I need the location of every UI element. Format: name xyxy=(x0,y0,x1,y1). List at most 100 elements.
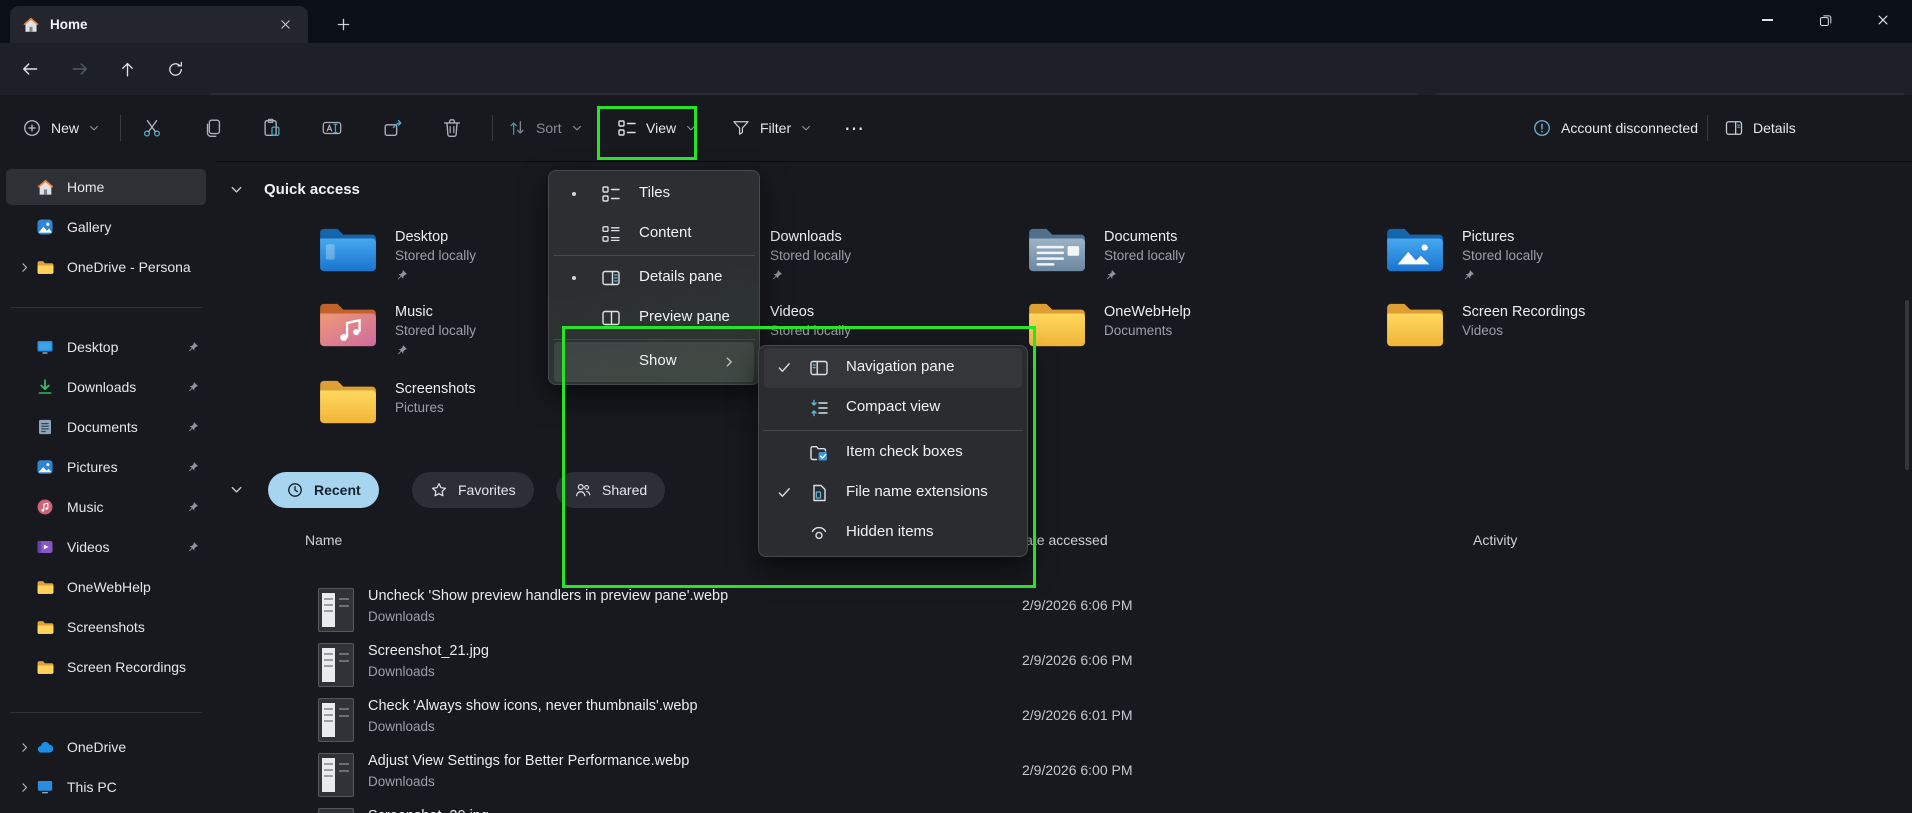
file-thumbnail xyxy=(318,588,354,632)
documents-folder-icon xyxy=(1027,225,1089,275)
recent-section-header[interactable] xyxy=(229,482,244,497)
checkmark-icon xyxy=(777,485,792,500)
tab-shared[interactable]: Shared xyxy=(556,472,666,508)
chevron-right-icon[interactable] xyxy=(12,781,36,794)
menu-item-preview-pane[interactable]: Preview pane xyxy=(554,298,754,338)
pictures-icon xyxy=(36,458,56,476)
submenu-item-hidden-items[interactable]: Hidden items xyxy=(764,513,1022,553)
column-header-name[interactable]: Name xyxy=(305,532,342,548)
minimize-icon xyxy=(1761,19,1773,21)
view-button[interactable]: View xyxy=(613,95,701,161)
file-thumbnail xyxy=(318,753,354,797)
new-button[interactable]: New xyxy=(18,95,104,161)
sidebar-item-onedrive[interactable]: OneDrive xyxy=(6,729,206,765)
tab-recent[interactable]: Recent xyxy=(268,472,379,508)
submenu-item-item-check-boxes[interactable]: Item check boxes xyxy=(764,433,1022,473)
item-check-boxes-icon xyxy=(809,443,829,463)
share-button[interactable] xyxy=(382,95,404,161)
home-icon xyxy=(36,178,56,197)
music-icon xyxy=(36,498,56,516)
music-folder-icon xyxy=(318,300,380,350)
menu-item-details-pane[interactable]: Details pane xyxy=(554,258,754,298)
tile-pictures[interactable]: Pictures Stored locally xyxy=(1385,225,1715,282)
sidebar-item-desktop[interactable]: Desktop xyxy=(6,329,206,365)
copy-button[interactable] xyxy=(202,95,224,161)
cut-button[interactable] xyxy=(141,95,163,161)
column-header-activity[interactable]: Activity xyxy=(1473,532,1517,548)
pin-icon xyxy=(395,343,409,357)
sidebar-item-home[interactable]: Home xyxy=(6,169,206,205)
tab-favorites[interactable]: Favorites xyxy=(412,472,534,508)
plus-circle-icon xyxy=(22,118,42,138)
see-more-button[interactable]: ⋯ xyxy=(840,95,869,161)
sidebar-item-this-pc[interactable]: This PC xyxy=(6,769,206,805)
file-row[interactable]: Adjust View Settings for Better Performa… xyxy=(305,751,1885,803)
navigation-bar: Home Search Home xyxy=(0,43,1912,131)
file-thumbnail xyxy=(318,643,354,687)
tab-close-icon[interactable] xyxy=(274,14,296,36)
rename-button[interactable] xyxy=(321,95,343,161)
star-icon xyxy=(430,481,448,499)
pin-icon xyxy=(186,500,204,514)
sidebar-item-pictures[interactable]: Pictures xyxy=(6,449,206,485)
view-dropdown-menu: Tiles Content Details pane Preview pane … xyxy=(548,170,760,385)
back-button[interactable] xyxy=(14,53,46,85)
tile-documents[interactable]: Documents Stored locally xyxy=(1027,225,1357,282)
sidebar-item-documents[interactable]: Documents xyxy=(6,409,206,445)
chevron-down-icon[interactable] xyxy=(229,482,244,497)
submenu-item-file-name-extensions[interactable]: File name extensions xyxy=(764,473,1022,513)
chevron-right-icon[interactable] xyxy=(12,261,36,274)
new-label: New xyxy=(51,120,80,136)
tile-screen-recordings[interactable]: Screen Recordings Videos xyxy=(1385,300,1715,350)
file-row[interactable]: Screenshot_20.jpg Downloads xyxy=(305,806,1885,813)
sidebar-item-downloads[interactable]: Downloads xyxy=(6,369,206,405)
new-tab-button[interactable] xyxy=(330,11,356,37)
menu-item-content[interactable]: Content xyxy=(554,214,754,254)
tile-onewebhelp[interactable]: OneWebHelp Documents xyxy=(1027,300,1357,350)
column-header-date-accessed[interactable]: Date accessed xyxy=(1015,532,1108,548)
sort-button[interactable]: Sort xyxy=(503,95,587,161)
scrollbar[interactable] xyxy=(1905,300,1909,470)
documents-icon xyxy=(36,418,56,436)
sidebar-item-onedrive-personal[interactable]: OneDrive - Persona xyxy=(6,249,206,285)
delete-button[interactable] xyxy=(441,95,463,161)
forward-button[interactable] xyxy=(64,53,96,85)
minimize-button[interactable] xyxy=(1738,0,1796,40)
sidebar-item-music[interactable]: Music xyxy=(6,489,206,525)
file-thumbnail xyxy=(318,808,354,813)
sidebar-item-screen-recordings[interactable]: Screen Recordings xyxy=(6,649,206,685)
quick-access-header[interactable]: Quick access xyxy=(229,181,360,198)
arrow-right-icon xyxy=(70,59,90,79)
account-status[interactable]: Account disconnected xyxy=(1528,95,1702,161)
close-button[interactable] xyxy=(1854,0,1912,40)
restore-button[interactable] xyxy=(1796,0,1854,40)
sidebar-item-videos[interactable]: Videos xyxy=(6,529,206,565)
sidebar-item-screenshots[interactable]: Screenshots xyxy=(6,609,206,645)
sidebar-item-gallery[interactable]: Gallery xyxy=(6,209,206,245)
info-icon xyxy=(1532,118,1552,138)
file-row[interactable]: Check 'Always show icons, never thumbnai… xyxy=(305,696,1885,748)
home-icon xyxy=(22,16,40,34)
menu-item-show[interactable]: Show xyxy=(554,342,754,382)
submenu-item-compact-view[interactable]: Compact view xyxy=(764,388,1022,428)
file-row[interactable]: Screenshot_21.jpg Downloads 2/9/2026 6:0… xyxy=(305,641,1885,693)
details-button[interactable]: Details xyxy=(1720,95,1800,161)
filter-button[interactable]: Filter xyxy=(727,95,816,161)
submenu-item-navigation-pane[interactable]: Navigation pane xyxy=(764,348,1022,388)
refresh-button[interactable] xyxy=(159,53,191,85)
pin-icon xyxy=(186,380,204,394)
up-button[interactable] xyxy=(111,53,143,85)
paste-button[interactable] xyxy=(261,95,283,161)
clock-icon xyxy=(286,481,304,499)
chevron-right-icon[interactable] xyxy=(12,741,36,754)
tab-title: Home xyxy=(50,17,88,32)
quick-access-title: Quick access xyxy=(264,181,360,198)
file-row[interactable]: Uncheck 'Show preview handlers in previe… xyxy=(305,586,1885,638)
details-label: Details xyxy=(1753,120,1796,136)
explorer-tab-home[interactable]: Home xyxy=(10,6,308,43)
onedrive-cloud-icon xyxy=(36,738,56,757)
arrow-left-icon xyxy=(20,59,40,79)
sidebar-item-onewebhelp[interactable]: OneWebHelp xyxy=(6,569,206,605)
menu-item-tiles[interactable]: Tiles xyxy=(554,174,754,214)
chevron-down-icon[interactable] xyxy=(229,182,244,197)
